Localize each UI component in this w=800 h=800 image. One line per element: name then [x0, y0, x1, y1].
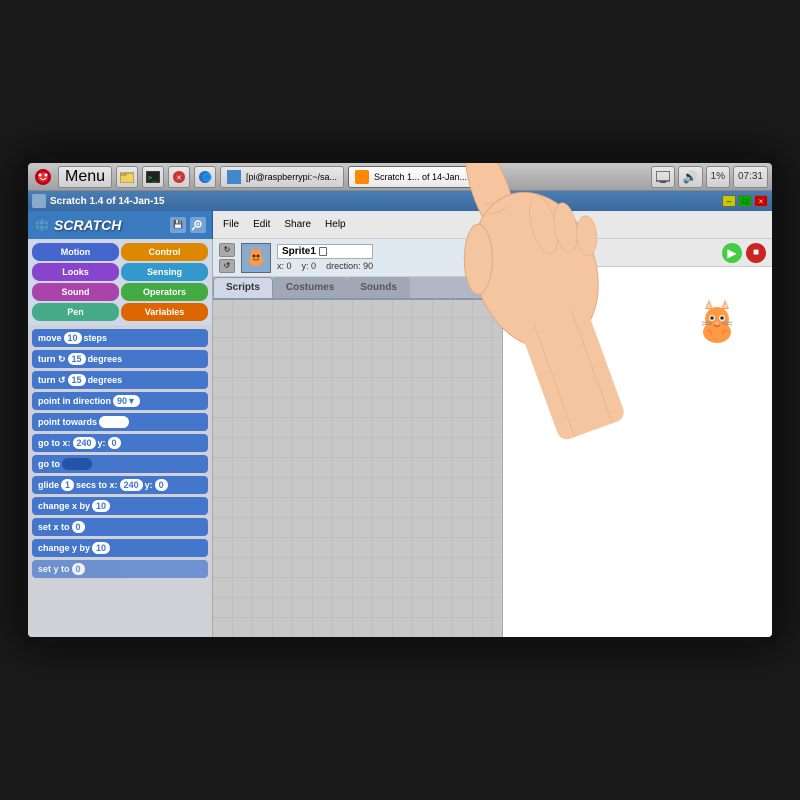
cat-variables[interactable]: Variables — [121, 303, 208, 321]
svg-text:>_: >_ — [148, 174, 157, 182]
cat-control[interactable]: Control — [121, 243, 208, 261]
display-icon-btn[interactable] — [651, 166, 675, 188]
scratch-logo-area: SCRATCH 💾 — [28, 211, 213, 239]
block-point-direction[interactable]: point in direction 90▼ — [32, 392, 208, 410]
scratch-left-panel: Motion Control Looks Sensing Sound Opera… — [28, 239, 213, 637]
taskbar: Menu >_ ✕ — [28, 163, 772, 191]
scratch-globe-icon — [34, 217, 50, 233]
block-goto[interactable]: go to — [32, 455, 208, 473]
block-partial[interactable]: set y to 0 — [32, 560, 208, 578]
raspi-icon — [34, 168, 52, 186]
scratch-middle-panel: ↻ ↺ — [213, 239, 503, 637]
tab-scripts[interactable]: Scripts — [213, 277, 273, 298]
scratch-logo-text: SCRATCH — [54, 217, 121, 233]
cat-pen[interactable]: Pen — [32, 303, 119, 321]
volume-icon-btn[interactable]: 🔊 — [678, 166, 703, 188]
stage-controls: ▶ ■ — [503, 239, 772, 267]
sprite-rotation-btns: ↻ ↺ — [219, 243, 235, 273]
sprite-name-label: Sprite1 — [282, 246, 316, 257]
stage-ctrl-zoom-out[interactable] — [533, 244, 553, 262]
scratch-tabs: Scripts Costumes Sounds — [213, 277, 502, 300]
stage-area[interactable] — [503, 267, 772, 637]
stage-ctrl-zoom-fit[interactable] — [509, 244, 529, 262]
rotate-btn2[interactable]: ↺ — [219, 259, 235, 273]
window2-button[interactable]: Scratch 1... of 14-Jan... — [348, 166, 474, 188]
scratch-icon2[interactable] — [190, 217, 206, 233]
tab-costumes[interactable]: Costumes — [273, 277, 347, 298]
taskbar-icon2[interactable]: 🌐 — [194, 166, 216, 188]
svg-text:✕: ✕ — [176, 175, 182, 182]
battery-display: 1% — [706, 166, 730, 188]
cat-sound[interactable]: Sound — [32, 283, 119, 301]
block-set-x[interactable]: set x to 0 — [32, 518, 208, 536]
block-glide[interactable]: glide 1 secs to x: 240 y: 0 — [32, 476, 208, 494]
stop-button[interactable]: ■ — [746, 243, 766, 263]
window1-icon — [227, 170, 241, 184]
block-turn-cw[interactable]: turn ↻ 15 degrees — [32, 350, 208, 368]
tab-sounds[interactable]: Sounds — [347, 277, 410, 298]
cat-motion[interactable]: Motion — [32, 243, 119, 261]
cat-sensing[interactable]: Sensing — [121, 263, 208, 281]
terminal-button[interactable]: >_ — [142, 166, 164, 188]
scratch-categories: Motion Control Looks Sensing Sound Opera… — [28, 239, 212, 325]
sprite-thumbnail — [241, 243, 271, 273]
scratch-blocks-area: move 10 steps turn ↻ 15 degrees turn ↺ 1… — [28, 325, 212, 637]
lock-icon — [319, 247, 327, 256]
scratch-cat-sprite — [692, 297, 742, 347]
scratch-menubar: File Edit Share Help — [213, 217, 356, 233]
scratch-window: Scratch 1.4 of 14-Jan-15 – □ × — [28, 191, 772, 637]
block-goto-xy[interactable]: go to x: 240 y: 0 — [32, 434, 208, 452]
block-change-y[interactable]: change y by 10 — [32, 539, 208, 557]
clock-display: 07:31 — [733, 166, 768, 188]
window1-button[interactable]: [pi@raspberrypi:~/sa... — [220, 166, 344, 188]
block-change-x[interactable]: change x by 10 — [32, 497, 208, 515]
menu-file[interactable]: File — [217, 217, 245, 233]
script-area[interactable] — [213, 300, 502, 637]
sprite-name-box: Sprite1 — [277, 244, 373, 259]
svg-text:🌐: 🌐 — [202, 172, 212, 182]
menu-edit[interactable]: Edit — [247, 217, 276, 233]
cat-operators[interactable]: Operators — [121, 283, 208, 301]
scratch-titlebar: Scratch 1.4 of 14-Jan-15 – □ × — [28, 191, 772, 211]
block-move[interactable]: move 10 steps — [32, 329, 208, 347]
window1-label: [pi@raspberrypi:~/sa... — [246, 172, 337, 182]
menu-button[interactable]: Menu — [58, 166, 112, 188]
sprite-coords-display: x: 0 y: 0 drection: 90 — [277, 261, 373, 271]
block-turn-ccw[interactable]: turn ↺ 15 degrees — [32, 371, 208, 389]
window2-label: Scratch 1... of 14-Jan... — [374, 172, 467, 182]
folder-button[interactable] — [116, 166, 138, 188]
cat-looks[interactable]: Looks — [32, 263, 119, 281]
block-point-towards[interactable]: point towards — [32, 413, 208, 431]
menu-label: Menu — [65, 168, 105, 186]
stage-ctrl-fullscreen[interactable] — [557, 244, 577, 262]
monitor-screen: Menu >_ ✕ — [28, 163, 772, 637]
scratch-right-panel: ▶ ■ — [503, 239, 772, 637]
menu-help[interactable]: Help — [319, 217, 352, 233]
green-flag-button[interactable]: ▶ — [722, 243, 742, 263]
close-button[interactable]: × — [754, 195, 768, 207]
window2-icon — [355, 170, 369, 184]
maximize-button[interactable]: □ — [738, 195, 752, 207]
monitor-outer: Menu >_ ✕ — [20, 155, 780, 645]
menu-share[interactable]: Share — [278, 217, 317, 233]
taskbar-icon1[interactable]: ✕ — [168, 166, 190, 188]
scratch-icon1[interactable]: 💾 — [170, 217, 186, 233]
scratch-titlebar-icon — [32, 194, 46, 208]
sprite-info-bar: ↻ ↺ — [213, 239, 502, 277]
minimize-button[interactable]: – — [722, 195, 736, 207]
scratch-window-title: Scratch 1.4 of 14-Jan-15 — [50, 196, 165, 207]
rotate-btn1[interactable]: ↻ — [219, 243, 235, 257]
